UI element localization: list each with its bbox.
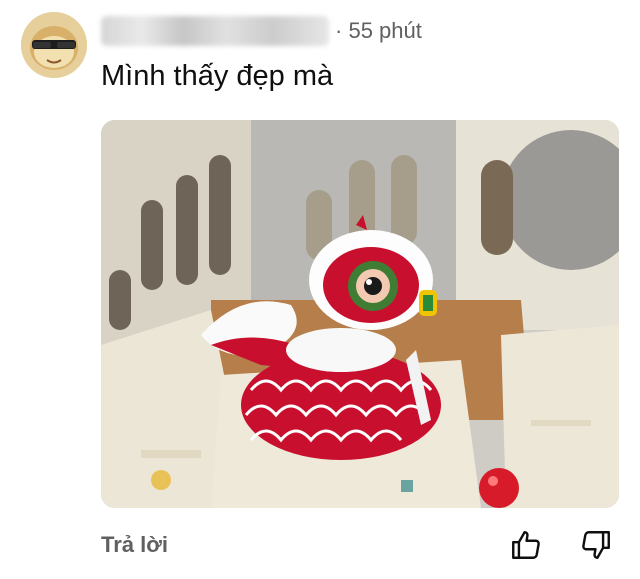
comment-actions: Trả lời xyxy=(101,528,619,564)
comment-text: Mình thấy đẹp mà xyxy=(101,60,334,92)
blurred-username[interactable] xyxy=(101,16,329,46)
timestamp-separator: · xyxy=(335,18,343,43)
like-button[interactable] xyxy=(509,528,543,562)
comment-header: · 55 phút xyxy=(101,14,422,48)
reply-button[interactable]: Trả lời xyxy=(101,532,168,558)
avatar-icon xyxy=(21,12,87,78)
comment-timestamp: · 55 phút xyxy=(335,18,422,44)
thumbs-up-icon xyxy=(512,531,540,559)
timestamp-value: 55 phút xyxy=(348,18,422,43)
comment-photo[interactable] xyxy=(101,120,619,508)
thumbs-down-icon xyxy=(582,531,610,559)
avatar[interactable] xyxy=(21,12,87,78)
lion-dance-toy-photo xyxy=(101,120,619,508)
dislike-button[interactable] xyxy=(579,528,613,562)
comment-card: · 55 phút Mình thấy đẹp mà Trả lời xyxy=(0,0,640,579)
